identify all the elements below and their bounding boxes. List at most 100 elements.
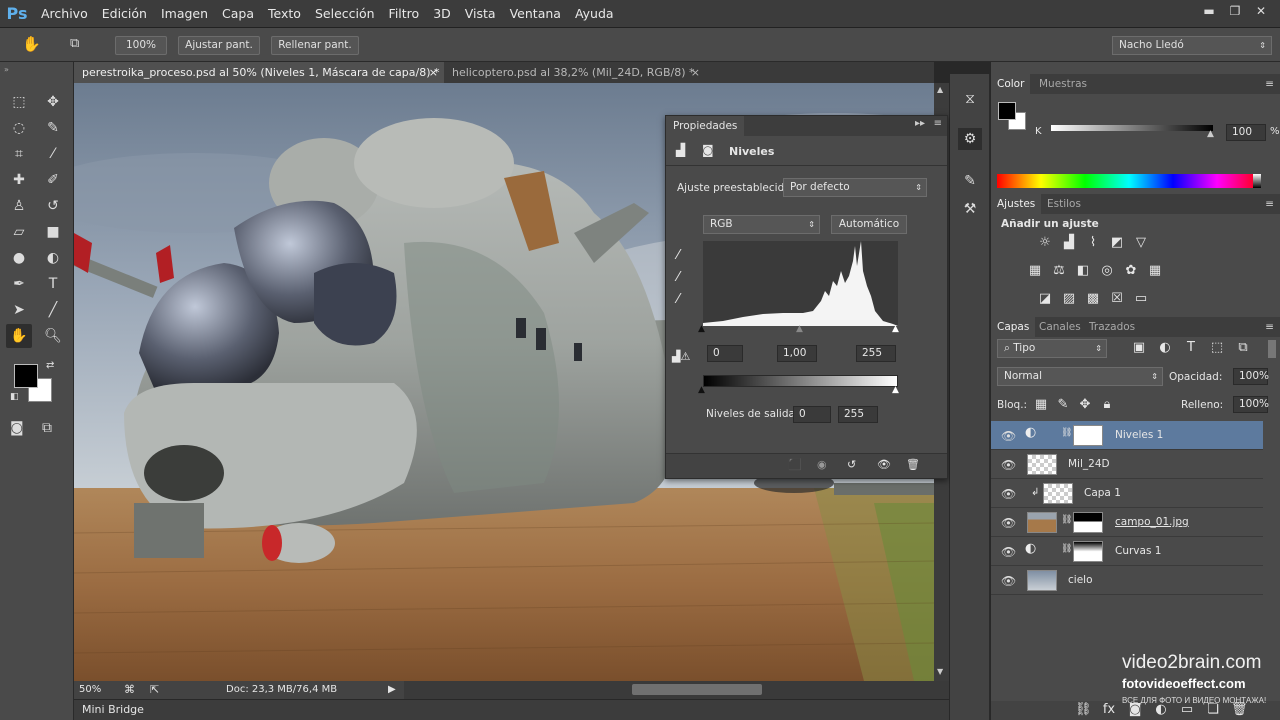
close-icon[interactable]: ✕: [1250, 2, 1272, 20]
lock-transparent-icon[interactable]: ▦: [1033, 398, 1049, 412]
collapse-icon[interactable]: »: [4, 65, 9, 74]
menu-edicion[interactable]: Edición: [95, 0, 154, 28]
path-selection-tool-icon[interactable]: ➤: [6, 298, 32, 322]
visibility-icon[interactable]: 👁︎: [877, 458, 891, 471]
visibility-eye-icon[interactable]: 👁︎: [1001, 458, 1016, 472]
black-point-slider[interactable]: ▲: [698, 324, 705, 334]
layer-mil24d[interactable]: 👁︎ Mil_24D: [991, 450, 1263, 479]
channel-select[interactable]: RGB ⇕: [703, 215, 820, 234]
color-balance-icon[interactable]: ⚖: [1051, 264, 1067, 278]
gray-eyedropper-icon[interactable]: ⁄: [677, 270, 679, 285]
fit-screen-button[interactable]: Ajustar pant.: [178, 36, 260, 55]
output-black-slider[interactable]: ▲: [698, 385, 705, 395]
input-black-field[interactable]: 0: [707, 345, 743, 362]
tab-capas[interactable]: Capas: [991, 317, 1036, 337]
scroll-thumb[interactable]: [632, 684, 762, 695]
tab-ajustes[interactable]: Ajustes: [991, 194, 1042, 214]
panel-menu-icon[interactable]: ≡: [1265, 194, 1274, 214]
menu-archivo[interactable]: Archivo: [34, 0, 95, 28]
swap-colors-icon[interactable]: ⇄: [46, 360, 54, 371]
zoom-level[interactable]: 50%: [79, 681, 101, 699]
filter-type-icon[interactable]: T: [1183, 341, 1199, 355]
tab-perestroika[interactable]: perestroika_proceso.psd al 50% (Niveles …: [74, 62, 444, 83]
color-fg-swatch[interactable]: [998, 102, 1016, 120]
trash-icon[interactable]: 🗑︎: [1231, 703, 1248, 717]
output-white-slider[interactable]: ▲: [892, 385, 899, 395]
fx-icon[interactable]: fx: [1101, 703, 1117, 717]
layer-cielo[interactable]: 👁︎ cielo: [991, 566, 1263, 595]
healing-brush-tool-icon[interactable]: ✚: [6, 168, 32, 192]
quick-select-tool-icon[interactable]: ✎: [40, 116, 66, 140]
collapse-icon[interactable]: ▸▸: [915, 118, 925, 129]
curves-icon[interactable]: ⌇: [1085, 236, 1101, 250]
fill-field[interactable]: 100%: [1233, 396, 1269, 413]
mini-bridge-bar[interactable]: Mini Bridge: [74, 700, 949, 720]
input-white-field[interactable]: 255: [856, 345, 896, 362]
properties-icon[interactable]: ⚙: [958, 128, 982, 150]
opacity-field[interactable]: 100%: [1233, 368, 1269, 385]
type-tool-icon[interactable]: T: [40, 272, 66, 296]
history-brush-tool-icon[interactable]: ↺: [40, 194, 66, 218]
white-eyedropper-icon[interactable]: ⁄: [677, 292, 679, 307]
dodge-tool-icon[interactable]: ◐: [40, 246, 66, 270]
visibility-eye-icon[interactable]: 👁︎: [1001, 429, 1016, 443]
visibility-eye-icon[interactable]: 👁︎: [1001, 574, 1016, 588]
minimize-icon[interactable]: ▬: [1198, 2, 1220, 20]
gradient-map-icon[interactable]: ▭: [1133, 292, 1149, 306]
line-tool-icon[interactable]: ╱: [40, 298, 66, 322]
clip-to-layer-icon[interactable]: ⬛: [788, 458, 802, 471]
menu-seleccion[interactable]: Selección: [308, 0, 382, 28]
brightness-icon[interactable]: ☼: [1037, 236, 1053, 250]
menu-vista[interactable]: Vista: [458, 0, 503, 28]
lock-all-icon[interactable]: 🔒︎: [1099, 398, 1115, 412]
k-slider-thumb[interactable]: ▲: [1207, 129, 1214, 139]
blend-mode-select[interactable]: Normal ⇕: [997, 367, 1163, 386]
visibility-eye-icon[interactable]: 👁︎: [1001, 487, 1016, 501]
clipping-warning-icon[interactable]: ▟⚠: [672, 350, 690, 363]
link-layers-icon[interactable]: ⛓: [1075, 703, 1092, 717]
new-adjustment-icon[interactable]: ◐: [1153, 703, 1169, 717]
tab-muestras[interactable]: Muestras: [1033, 74, 1093, 94]
tool-presets-icon[interactable]: ⚒: [958, 198, 982, 220]
panel-menu-icon[interactable]: ≡: [1265, 74, 1274, 94]
horizontal-scrollbar[interactable]: [404, 681, 949, 699]
selective-color-icon[interactable]: ☒: [1109, 292, 1125, 306]
preset-select[interactable]: Por defecto ⇕: [783, 178, 927, 197]
close-tab-icon[interactable]: ×: [429, 62, 438, 83]
panel-menu-icon[interactable]: ≡: [1265, 317, 1274, 337]
posterize-icon[interactable]: ▨: [1061, 292, 1077, 306]
clone-stamp-tool-icon[interactable]: ♙: [6, 194, 32, 218]
zoom-100-button[interactable]: 100%: [115, 36, 167, 55]
filter-pixel-icon[interactable]: ▣: [1131, 341, 1147, 355]
reset-icon[interactable]: ↺: [847, 458, 856, 471]
hue-saturation-icon[interactable]: ▦: [1027, 264, 1043, 278]
tab-estilos[interactable]: Estilos: [1041, 194, 1087, 214]
menu-ayuda[interactable]: Ayuda: [568, 0, 621, 28]
layer-mask-thumb[interactable]: [1073, 512, 1103, 533]
tab-helicoptero[interactable]: helicoptero.psd al 38,2% (Mil_24D, RGB/8…: [444, 62, 706, 83]
panel-menu-icon[interactable]: ≡: [934, 118, 942, 129]
levels-adjust-icon[interactable]: ▟: [1061, 236, 1077, 250]
layer-filter-select[interactable]: ⌕ Tipo ⇕: [997, 339, 1107, 358]
hand-tool-active-icon[interactable]: ✋: [6, 324, 32, 348]
marquee-tool-icon[interactable]: ⬚: [6, 90, 32, 114]
menu-texto[interactable]: Texto: [261, 0, 308, 28]
pen-tool-icon[interactable]: ✒: [6, 272, 32, 296]
exposure-icon[interactable]: ◩: [1109, 236, 1125, 250]
menu-3d[interactable]: 3D: [426, 0, 458, 28]
new-group-icon[interactable]: ▭: [1179, 703, 1195, 717]
default-colors-icon[interactable]: ◧: [10, 392, 19, 402]
threshold-icon[interactable]: ▩: [1085, 292, 1101, 306]
filter-smart-icon[interactable]: ⧉: [1235, 341, 1251, 355]
share-icon[interactable]: ⇱: [150, 681, 159, 699]
k-slider[interactable]: [1051, 125, 1213, 131]
filter-toggle[interactable]: [1268, 340, 1276, 358]
channel-mixer-icon[interactable]: ✿: [1123, 264, 1139, 278]
scroll-all-windows-icon[interactable]: ⧉: [70, 36, 79, 51]
delete-icon[interactable]: 🗑︎: [906, 458, 920, 471]
tab-color[interactable]: Color: [991, 74, 1031, 94]
close-tab-icon[interactable]: ×: [691, 62, 700, 83]
output-white-field[interactable]: 255: [838, 406, 878, 423]
black-white-icon[interactable]: ◧: [1075, 264, 1091, 278]
restore-icon[interactable]: ❐: [1224, 2, 1246, 20]
